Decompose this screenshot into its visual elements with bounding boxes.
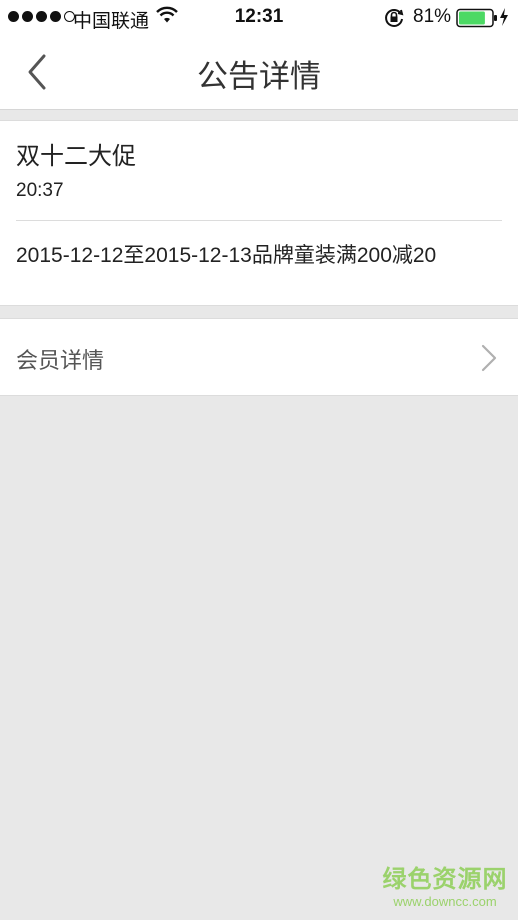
notice-content: 2015-12-12至2015-12-13品牌童装满200减20 xyxy=(16,244,437,267)
member-details-row[interactable]: 会员详情 xyxy=(0,318,518,396)
battery-percent: 81% xyxy=(413,6,452,27)
rotation-lock-icon xyxy=(383,7,405,35)
charging-bolt-icon xyxy=(498,7,510,33)
watermark-url: www.downcc.com xyxy=(393,894,497,909)
page-title: 公告详情 xyxy=(197,59,321,94)
divider xyxy=(16,220,502,221)
battery-icon xyxy=(456,8,498,34)
chevron-right-icon xyxy=(480,343,498,373)
notice-card: 双十二大促 20:37 2015-12-12至2015-12-13品牌童装满20… xyxy=(0,120,518,306)
watermark-logo-text: 绿色资源网 xyxy=(382,866,508,893)
nav-bar: 公告详情 xyxy=(0,34,518,110)
status-bar: 中国联通 12:31 81% xyxy=(0,0,518,34)
member-details-label: 会员详情 xyxy=(16,348,105,373)
watermark: 绿色资源网 www.downcc.com xyxy=(380,866,510,910)
notice-title: 双十二大促 xyxy=(16,143,136,170)
notice-time: 20:37 xyxy=(16,180,64,201)
